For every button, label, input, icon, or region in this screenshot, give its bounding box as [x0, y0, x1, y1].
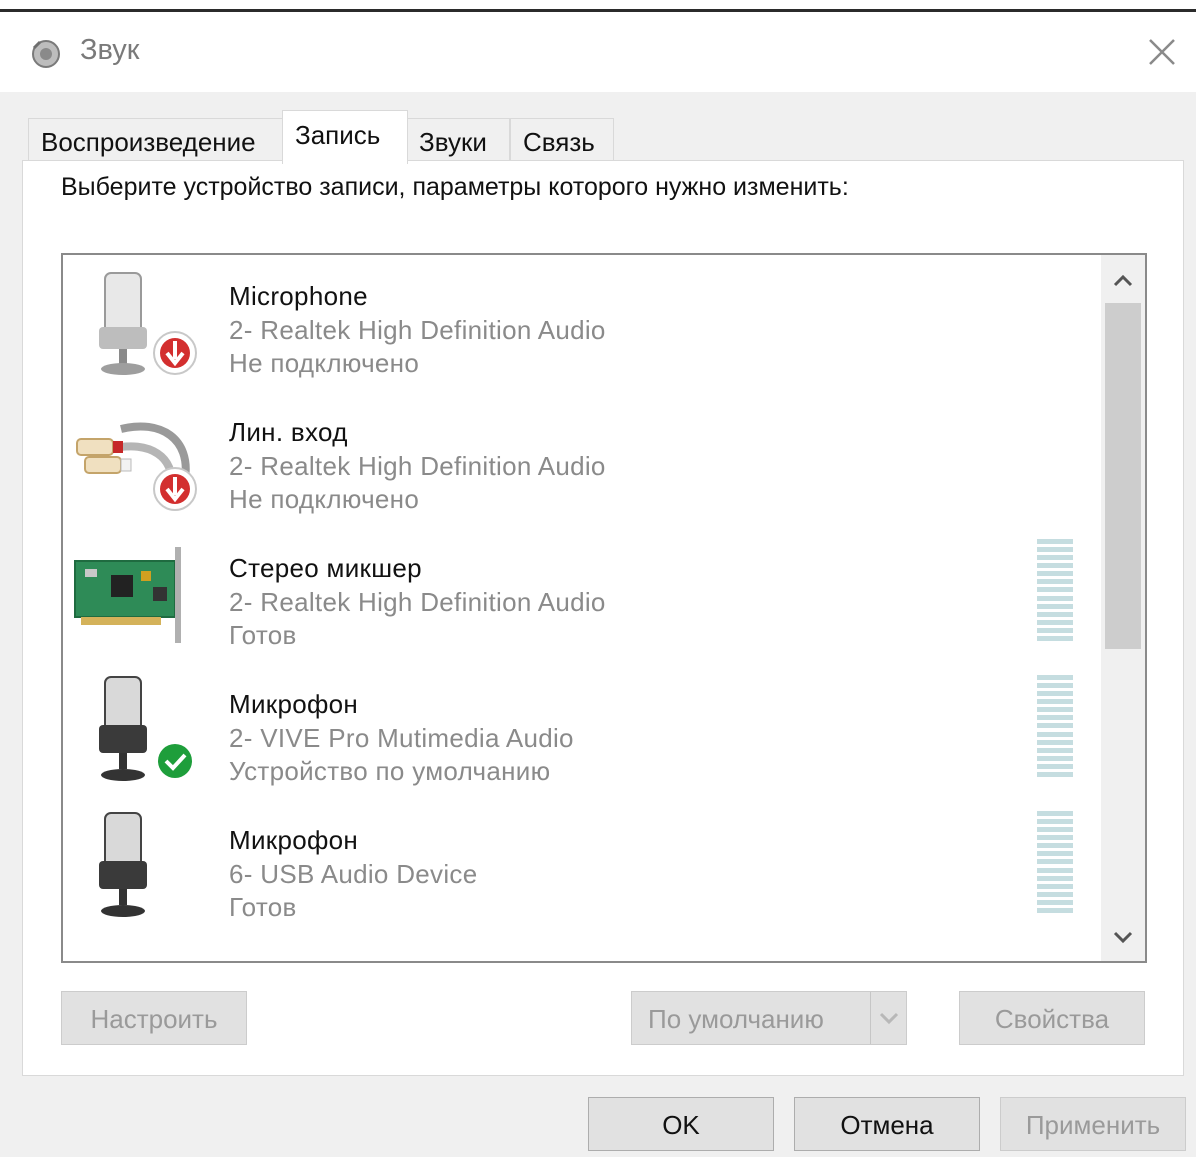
tab-communications-label: Связь	[523, 127, 595, 157]
list-item-device[interactable]: Лин. вход 2- Realtek High Definition Aud…	[63, 393, 1103, 527]
device-driver: 2- Realtek High Definition Audio	[229, 451, 606, 481]
properties-button[interactable]: Свойства	[959, 991, 1145, 1045]
top-border	[0, 0, 1196, 12]
disconnected-badge-icon	[153, 467, 197, 511]
device-name: Microphone	[229, 281, 368, 311]
apply-button[interactable]: Применить	[1000, 1097, 1186, 1151]
device-name: Микрофон	[229, 689, 359, 719]
speaker-icon	[32, 40, 60, 68]
device-name: Лин. вход	[229, 417, 348, 447]
window-title: Звук	[80, 34, 140, 66]
set-default-dropdown[interactable]	[870, 992, 906, 1044]
configure-button[interactable]: Настроить	[61, 991, 247, 1045]
device-status: Не подключено	[229, 484, 420, 514]
set-default-label: По умолчанию	[648, 1004, 824, 1034]
device-name: Микрофон	[229, 825, 359, 855]
scrollbar[interactable]	[1101, 255, 1145, 961]
device-status: Не подключено	[229, 348, 420, 378]
microphone-icon	[99, 812, 147, 917]
chevron-down-icon[interactable]	[1101, 917, 1145, 957]
device-status: Готов	[229, 892, 297, 922]
disconnected-badge-icon	[153, 331, 197, 375]
line-in-cable-icon	[76, 422, 197, 511]
tab-playback-label: Воспроизведение	[41, 127, 256, 157]
sound-dialog: Звук Воспроизведение Запись Звуки Связь …	[0, 0, 1196, 1157]
title-bar: Звук	[0, 12, 1196, 92]
tab-strip: Воспроизведение Запись Звуки Связь	[26, 110, 1186, 164]
device-name: Стерео микшер	[229, 553, 422, 583]
set-default-button[interactable]: По умолчанию	[631, 991, 907, 1045]
ok-button[interactable]: OK	[588, 1097, 774, 1151]
device-driver: 6- USB Audio Device	[229, 859, 478, 889]
list-item-device[interactable]: Стерео микшер 2- Realtek High Definition…	[63, 529, 1103, 663]
device-driver: 2- Realtek High Definition Audio	[229, 587, 606, 617]
tab-playback[interactable]: Воспроизведение	[28, 118, 284, 164]
list-item-device[interactable]: Микрофон 2- VIVE Pro Mutimedia Audio Уст…	[63, 665, 1103, 799]
sound-card-icon	[74, 547, 181, 643]
cancel-button[interactable]: Отмена	[794, 1097, 980, 1151]
default-check-badge-icon	[154, 740, 196, 782]
microphone-icon	[99, 272, 197, 375]
device-status: Готов	[229, 620, 297, 650]
level-meter	[1037, 675, 1073, 777]
scroll-thumb[interactable]	[1105, 303, 1141, 649]
close-icon[interactable]	[1140, 30, 1184, 74]
tab-sounds[interactable]: Звуки	[406, 118, 510, 164]
chevron-up-icon[interactable]	[1101, 261, 1145, 301]
tab-sounds-label: Звуки	[419, 127, 487, 157]
instruction-text: Выберите устройство записи, параметры ко…	[61, 173, 849, 201]
level-meter	[1037, 811, 1073, 913]
tab-recording-label: Запись	[295, 120, 381, 150]
tab-recording[interactable]: Запись	[282, 110, 408, 164]
recording-panel: Выберите устройство записи, параметры ко…	[22, 160, 1184, 1076]
list-item-device[interactable]: Microphone 2- Realtek High Definition Au…	[63, 257, 1103, 391]
list-item-device[interactable]: Микрофон 6- USB Audio Device Готов	[63, 801, 1103, 935]
device-driver: 2- Realtek High Definition Audio	[229, 315, 606, 345]
device-status: Устройство по умолчанию	[229, 756, 551, 786]
device-list[interactable]: Microphone 2- Realtek High Definition Au…	[61, 253, 1147, 963]
device-driver: 2- VIVE Pro Mutimedia Audio	[229, 723, 574, 753]
tab-communications[interactable]: Связь	[510, 118, 614, 164]
level-meter	[1037, 539, 1073, 641]
chevron-down-icon	[879, 1012, 899, 1025]
microphone-icon	[99, 676, 196, 782]
